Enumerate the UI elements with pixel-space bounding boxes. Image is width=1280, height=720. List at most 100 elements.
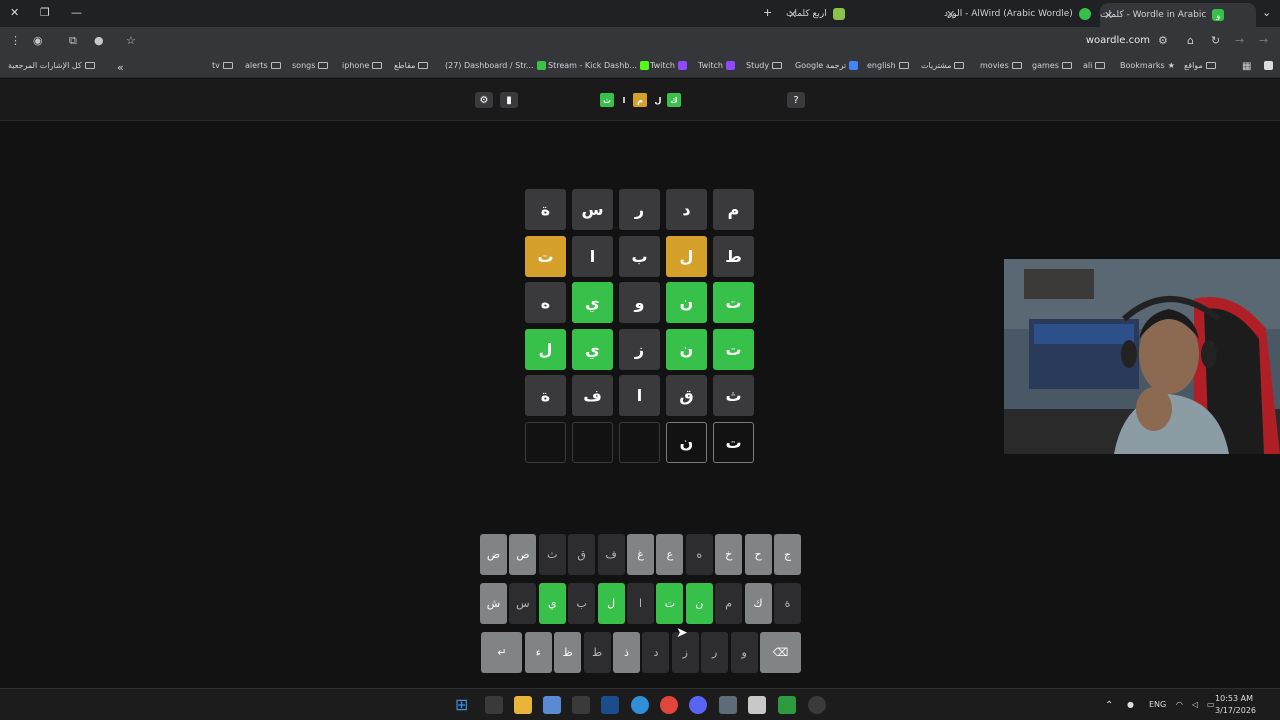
keyboard-key[interactable]: ب <box>568 583 596 624</box>
keyboard-key[interactable]: ر <box>701 632 729 673</box>
calculator-icon[interactable] <box>748 696 766 714</box>
keyboard-key[interactable]: ق <box>568 534 596 575</box>
store-icon[interactable] <box>543 696 561 714</box>
keyboard-key[interactable]: ن <box>685 583 713 624</box>
wifi-icon[interactable]: ◠ <box>1176 700 1183 709</box>
keyboard-key[interactable]: ط <box>583 632 611 673</box>
address-bar-url[interactable]: woardle.com <box>1086 35 1150 46</box>
settings-gear-icon[interactable]: ⚙ <box>475 92 493 108</box>
bookmark-songs[interactable]: songs <box>292 61 329 70</box>
keyboard-key[interactable]: ث <box>538 534 566 575</box>
discord-icon[interactable] <box>689 696 707 714</box>
bookmark-bookmarks[interactable]: Bookmarks ★ <box>1120 61 1175 70</box>
bookmark-twitch-1[interactable]: Twitch <box>650 61 687 70</box>
close-tab-icon[interactable]: ✕ <box>1104 9 1113 22</box>
forward-icon[interactable]: → <box>1235 34 1244 47</box>
windows-start-icon[interactable]: ⊞ <box>455 696 473 714</box>
menu-kebab-icon[interactable]: ⋮ <box>10 34 21 47</box>
keyboard-key[interactable]: ص <box>509 534 537 575</box>
bookmark-purchases[interactable]: مشتريات <box>921 61 965 70</box>
keyboard-key[interactable]: ج <box>774 534 801 575</box>
backspace-key-icon[interactable]: ⌫ <box>760 632 801 673</box>
home-icon[interactable]: ⌂ <box>1187 34 1194 47</box>
extensions-icon[interactable]: ⧉ <box>69 34 77 48</box>
restore-window-icon[interactable]: ❐ <box>40 6 50 19</box>
new-tab-plus-icon[interactable]: + <box>763 6 772 19</box>
clock-time[interactable]: 10:53 AM <box>1215 694 1253 703</box>
keyboard-key[interactable]: ة <box>774 583 801 624</box>
bookmarks-overflow-icon[interactable]: « <box>117 61 124 74</box>
help-button[interactable]: ? <box>787 92 805 108</box>
keyboard-key[interactable]: ض <box>480 534 507 575</box>
apps-grid-icon[interactable]: ▦ <box>1242 61 1251 72</box>
bookmark-iphone[interactable]: iphone <box>342 61 383 70</box>
close-tab-icon[interactable]: ✕ <box>788 8 797 21</box>
keyboard-key[interactable]: ا <box>627 583 654 624</box>
back-icon[interactable]: → <box>1259 34 1268 47</box>
tray-chevron-up-icon[interactable]: ⌃ <box>1105 700 1113 711</box>
profile-icon[interactable]: ◉ <box>33 34 43 47</box>
keyboard-key[interactable]: ه <box>685 534 713 575</box>
bookmark-google-translate[interactable]: Google ترجمة <box>795 61 859 70</box>
clock-date[interactable]: 3/17/2026 <box>1215 706 1256 715</box>
reload-icon[interactable]: ↻ <box>1211 34 1220 47</box>
keyboard-key[interactable]: خ <box>715 534 743 575</box>
bookmark-games[interactable]: games <box>1032 61 1072 70</box>
keyboard-key[interactable]: ع <box>656 534 684 575</box>
battery-icon[interactable]: ▭ <box>1207 700 1215 709</box>
xbox-icon[interactable] <box>778 696 796 714</box>
tab-four-words[interactable]: أربع كلمات ✕ <box>786 4 934 24</box>
bookmark-clips[interactable]: مقاطع <box>394 61 429 70</box>
bookmark-alerts[interactable]: alerts <box>245 61 281 70</box>
close-tab-icon[interactable]: ✕ <box>946 8 955 21</box>
reading-list-icon[interactable] <box>1264 61 1273 70</box>
enter-key-icon[interactable]: ↵ <box>481 632 523 673</box>
bookmark-dashboard[interactable]: (27) Dashboard / Str... <box>445 61 546 70</box>
edge-browser-icon[interactable] <box>631 696 649 714</box>
minimize-window-icon[interactable]: — <box>71 6 82 19</box>
tab-alwird[interactable]: AlWird (Arabic Wordle) - الورد ✕ <box>944 4 1092 24</box>
volume-icon[interactable]: ◁ <box>1192 700 1198 709</box>
bookmark-kick-stream[interactable]: Stream - Kick Dashb... <box>548 61 649 70</box>
keyboard-key[interactable]: م <box>715 583 743 624</box>
keyboard-key[interactable]: ت <box>656 583 684 624</box>
statistics-chart-icon[interactable]: ▮ <box>500 92 518 108</box>
keyboard-key[interactable]: د <box>642 632 670 673</box>
all-bookmarks-folder[interactable]: كل الإشارات المرجعية <box>8 61 95 70</box>
keyboard-key[interactable]: ظ <box>554 632 582 673</box>
task-view-icon[interactable] <box>485 696 503 714</box>
chrome-browser-icon[interactable] <box>660 696 678 714</box>
keyboard-key[interactable]: ف <box>597 534 625 575</box>
bookmark-ali[interactable]: ali <box>1083 61 1106 70</box>
steam-icon[interactable] <box>601 696 619 714</box>
keyboard-key[interactable]: و <box>730 632 758 673</box>
file-explorer-icon[interactable] <box>514 696 532 714</box>
keyboard-key[interactable]: ل <box>597 583 625 624</box>
extension-pin-icon[interactable]: ● <box>94 34 104 47</box>
keyboard-key[interactable]: ء <box>524 632 552 673</box>
keyboard-key[interactable]: ك <box>744 583 772 624</box>
site-settings-icon[interactable]: ⚙ <box>1158 34 1168 47</box>
tab-wordle-arabic[interactable]: و Wordle in Arabic - كلمات ✕ <box>1100 3 1256 27</box>
keyboard-key[interactable]: ذ <box>613 632 640 673</box>
bookmark-english[interactable]: english <box>867 61 909 70</box>
keyboard-key[interactable]: ح <box>744 534 772 575</box>
keyboard-key[interactable]: ي <box>538 583 566 624</box>
bookmark-study[interactable]: Study <box>746 61 783 70</box>
microphone-icon[interactable]: ● <box>1127 700 1134 709</box>
keyboard-key[interactable]: غ <box>627 534 654 575</box>
bookmark-sites[interactable]: مواقع <box>1184 61 1216 70</box>
close-window-icon[interactable]: ✕ <box>10 6 19 19</box>
bookmark-twitch-2[interactable]: Twitch <box>698 61 735 70</box>
google-translate-icon <box>849 61 859 70</box>
tab-search-icon[interactable]: ⌄ <box>1262 6 1271 19</box>
obs-icon[interactable] <box>808 696 826 714</box>
terminal-icon[interactable] <box>572 696 590 714</box>
app-icon[interactable] <box>719 696 737 714</box>
keyboard-key[interactable]: ش <box>480 583 507 624</box>
bookmark-tv[interactable]: tv <box>212 61 233 70</box>
bookmark-movies[interactable]: movies <box>980 61 1022 70</box>
keyboard-key[interactable]: س <box>509 583 537 624</box>
input-language[interactable]: ENG <box>1149 700 1166 709</box>
bookmark-star-icon[interactable]: ☆ <box>126 34 136 47</box>
